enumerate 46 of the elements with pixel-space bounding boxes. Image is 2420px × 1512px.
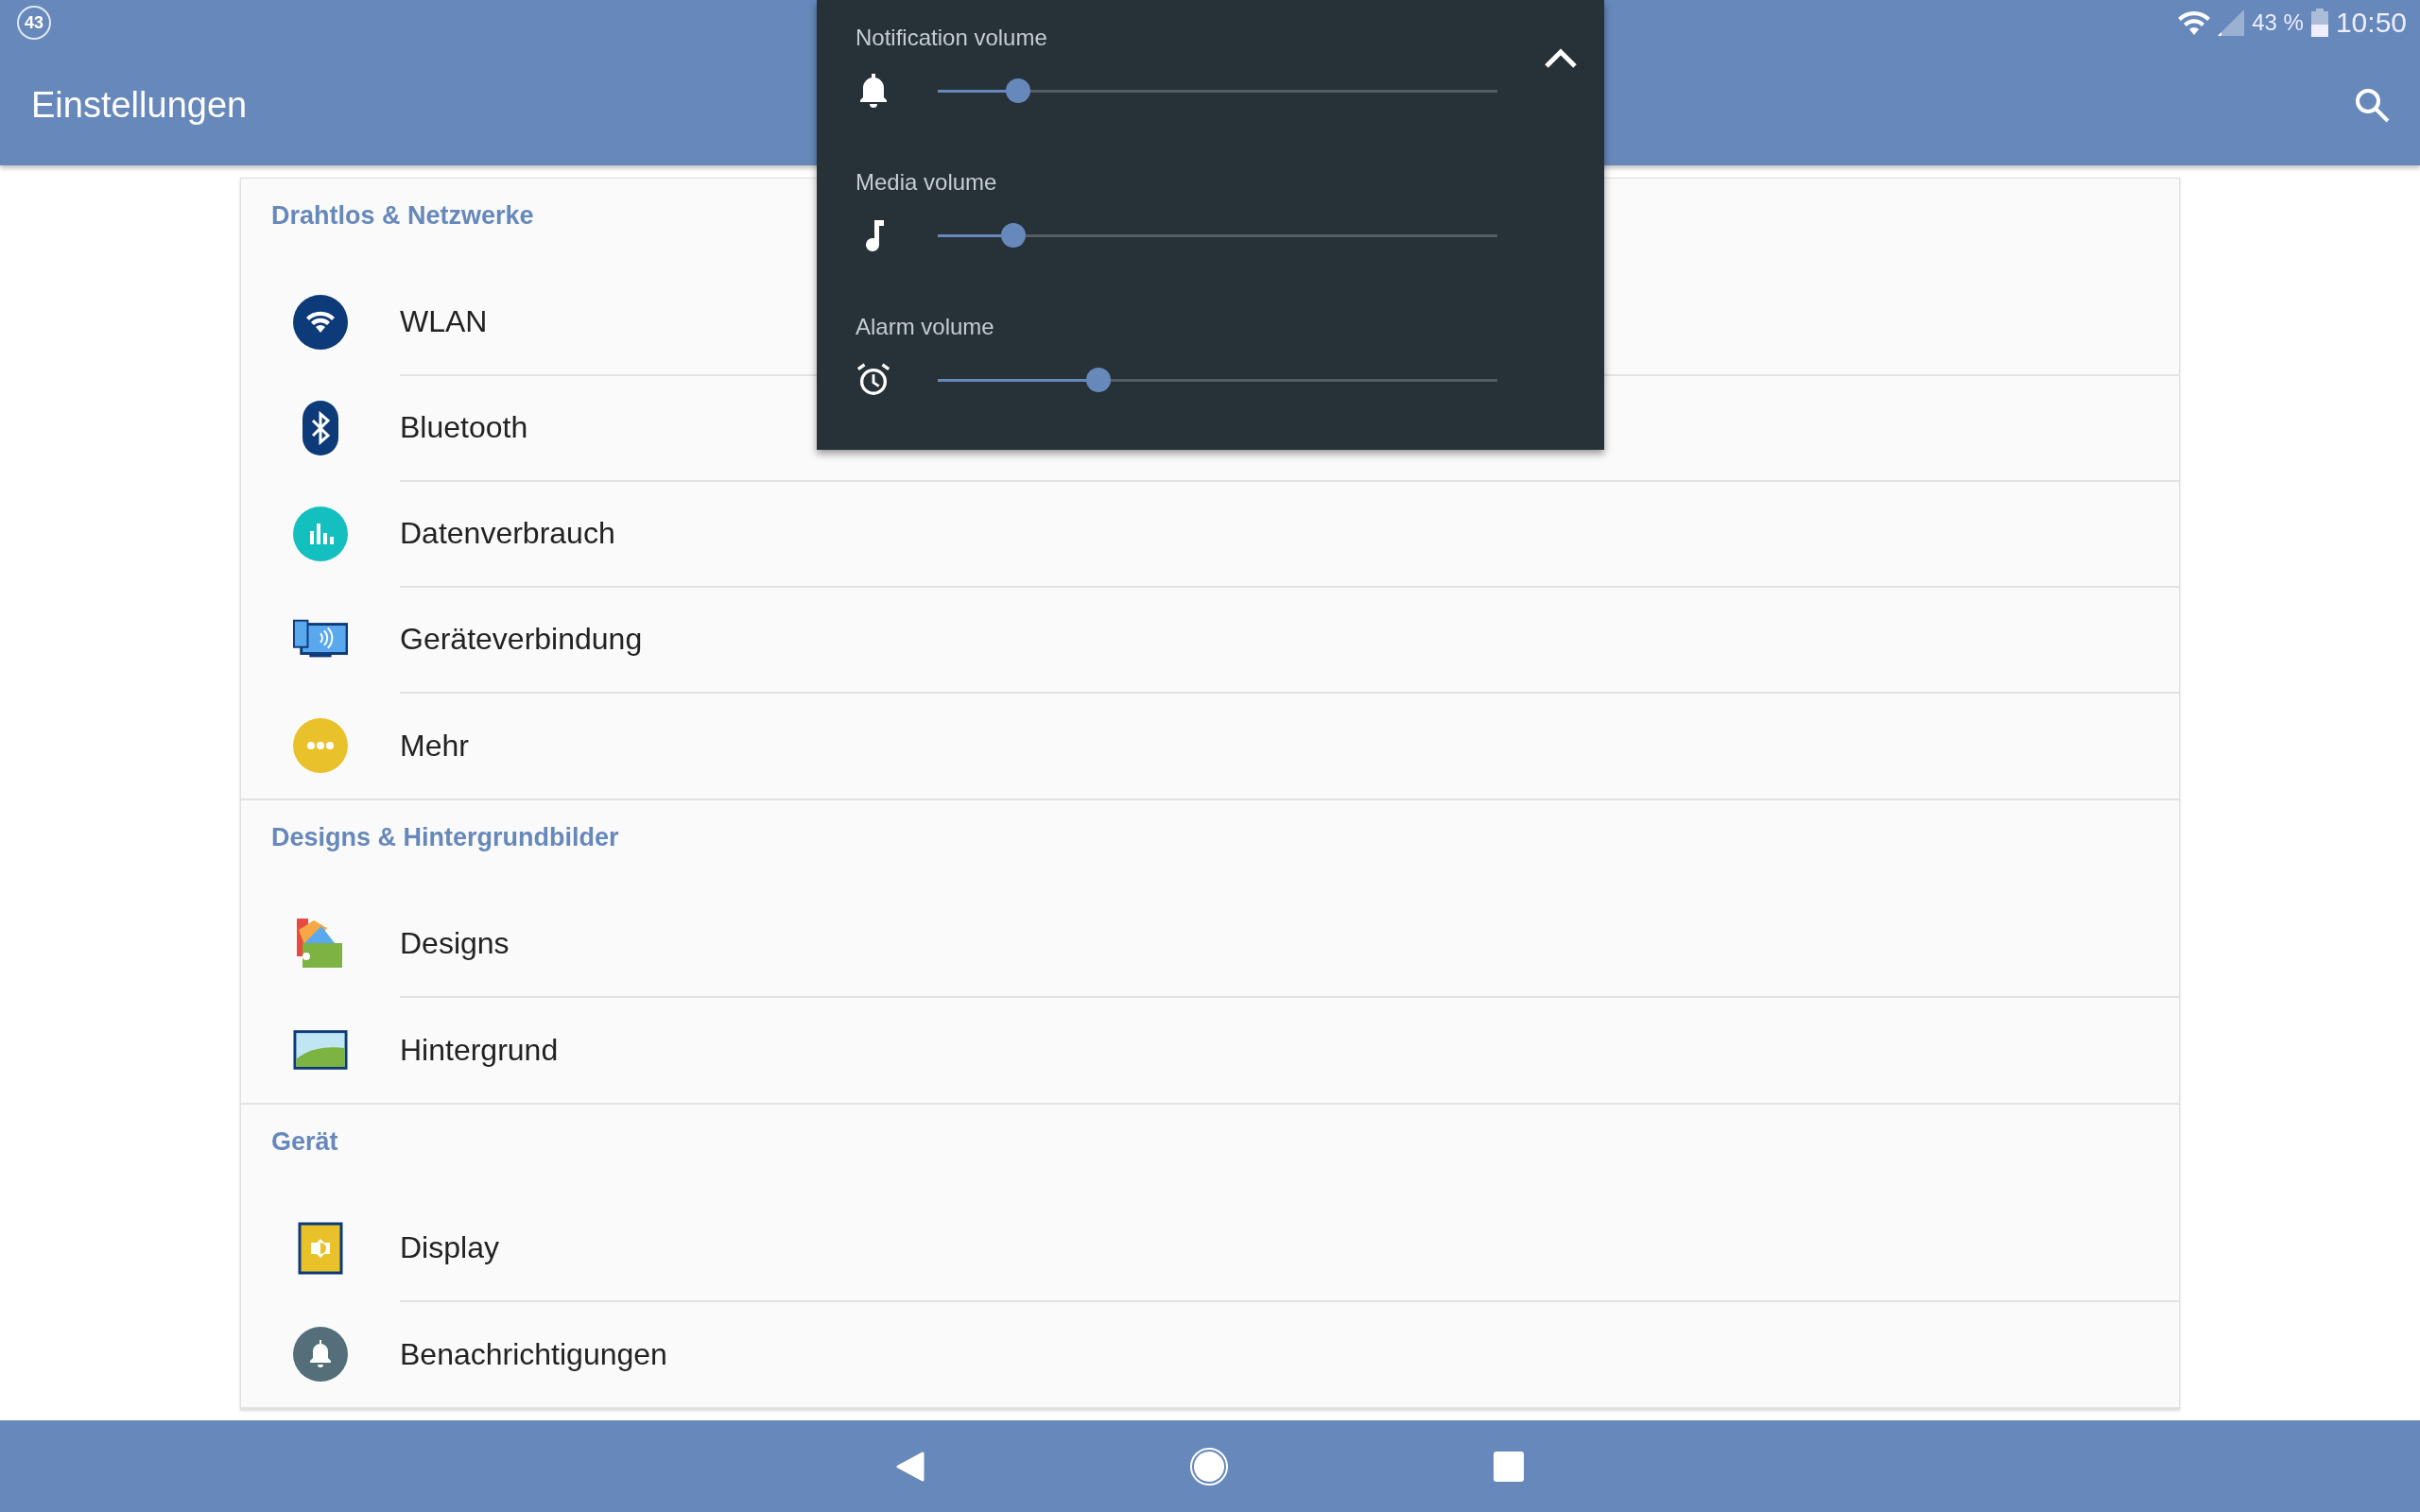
item-label: Geräteverbindung	[400, 621, 643, 657]
more-icon	[293, 718, 348, 773]
home-button[interactable]	[1189, 1446, 1229, 1486]
volume-label: Alarm volume	[856, 314, 995, 341]
app-title: Einstellungen	[31, 85, 248, 126]
volume-label: Notification volume	[856, 25, 1048, 52]
settings-item[interactable]: Designs	[241, 891, 2179, 997]
wifi-icon	[293, 295, 348, 350]
item-label: Mehr	[400, 728, 469, 764]
home-icon	[1189, 1446, 1229, 1486]
settings-item[interactable]: Datenverbrauch	[241, 481, 2179, 587]
recents-button[interactable]	[1494, 1451, 1524, 1482]
settings-item[interactable]: Geräteverbindung	[241, 587, 2179, 693]
caret-up-icon	[1544, 47, 1578, 70]
bell-icon	[293, 1327, 348, 1382]
bar-chart-icon	[293, 507, 348, 561]
item-label: Datenverbrauch	[400, 515, 615, 551]
wifi-icon	[2178, 9, 2211, 36]
volume-label: Media volume	[856, 169, 998, 197]
signal-icon	[2218, 9, 2245, 36]
item-label: Designs	[400, 925, 510, 961]
settings-item[interactable]: Benachrichtigungen	[241, 1301, 2179, 1407]
slider-thumb[interactable]	[1000, 223, 1026, 248]
section-header: Gerät	[271, 1127, 338, 1156]
recents-icon	[1494, 1451, 1524, 1482]
settings-item[interactable]: Mehr	[241, 693, 2179, 799]
clock-time: 10:50	[2335, 7, 2407, 39]
item-label: Bluetooth	[400, 409, 528, 445]
search-button[interactable]	[2354, 86, 2392, 125]
settings-item[interactable]: Display	[241, 1195, 2179, 1301]
battery-percent: 43 %	[2252, 9, 2304, 36]
notification-count: 43	[17, 6, 51, 40]
back-icon	[896, 1451, 925, 1482]
settings-item[interactable]: Hintergrund	[241, 997, 2179, 1103]
collapse-button[interactable]	[1544, 47, 1578, 70]
item-label: Hintergrund	[400, 1032, 559, 1068]
search-icon	[2354, 86, 2392, 125]
slider-thumb[interactable]	[1005, 78, 1030, 103]
item-label: WLAN	[400, 303, 488, 339]
section-header: Drahtlos & Netzwerke	[271, 201, 534, 230]
item-label: Benachrichtigungen	[400, 1336, 667, 1372]
section-header: Designs & Hintergrundbilder	[271, 823, 619, 851]
battery-icon	[2310, 9, 2328, 37]
slider-thumb[interactable]	[1085, 368, 1111, 392]
back-button[interactable]	[896, 1451, 925, 1482]
item-label: Display	[400, 1229, 499, 1265]
